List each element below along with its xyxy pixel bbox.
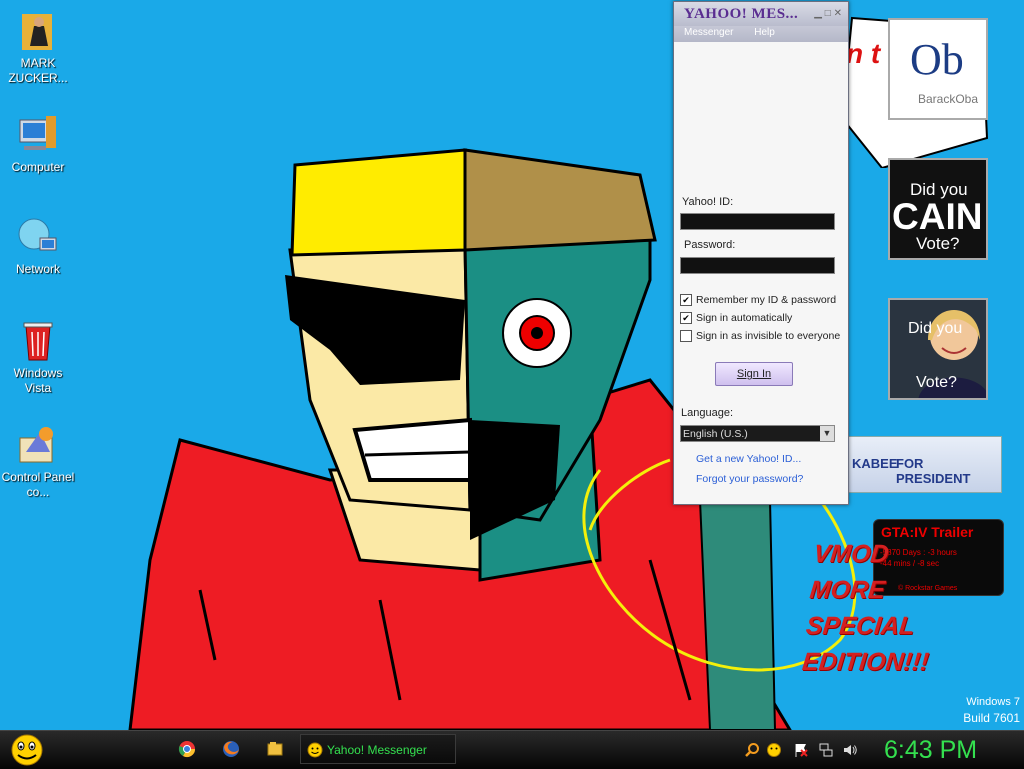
obama-gadget[interactable]: Ob BarackOba	[888, 18, 988, 120]
vmod-line: EDITION!!!	[800, 648, 931, 676]
control-panel-icon	[19, 427, 53, 463]
language-value: English (U.S.)	[683, 428, 748, 440]
volume-icon[interactable]	[842, 742, 858, 758]
cain-gadget[interactable]: Did you CAIN Vote?	[888, 158, 988, 260]
huckabee-tagline: FOR PRESIDENT	[896, 456, 971, 486]
forgot-password-link[interactable]: Forgot your password?	[696, 473, 803, 485]
search-icon[interactable]	[744, 742, 760, 758]
huckabee-gadget[interactable]: KABEE FOR PRESIDENT	[845, 436, 1002, 493]
remember-label: Remember my ID & password	[696, 294, 837, 306]
windows-build-watermark: Windows 7 Build 7601	[940, 694, 1020, 726]
folder-person-icon	[22, 14, 52, 50]
desktop-icon-windows-vista[interactable]: Windows Vista	[0, 318, 76, 396]
desktop-icon-control-panel[interactable]: Control Panel co...	[0, 422, 76, 500]
yahoo-messenger-window[interactable]: YAHOO! MES... ▁ □ ✕ Messenger Help Yahoo…	[673, 1, 849, 505]
desktop-icon-label: Network	[15, 262, 60, 276]
checkbox-box[interactable]: ✔	[680, 294, 692, 306]
remember-checkbox[interactable]: ✔ Remember my ID & password	[680, 294, 836, 306]
yahoo-messenger-icon	[307, 742, 323, 758]
taskbar: Yahoo! Messenger 6:43 PM	[0, 730, 1024, 769]
sign-in-button[interactable]: Sign In	[715, 362, 793, 386]
speech-bubble-text: n t	[846, 38, 881, 69]
recycle-bin-icon	[23, 322, 53, 361]
window-title: YAHOO! MES...	[684, 6, 799, 22]
vmod-edition-text: VMOD MORE SPECIAL EDITION!!!	[800, 536, 942, 680]
checkbox-box[interactable]	[680, 330, 692, 342]
desktop-icon-label: MARK ZUCKER...	[8, 56, 68, 85]
invisible-label: Sign in as invisible to everyone	[696, 330, 841, 342]
minimize-icon[interactable]: ▁	[814, 8, 822, 19]
close-icon[interactable]: ✕	[834, 8, 842, 19]
desktop-icon-label: Control Panel co...	[1, 470, 75, 499]
auto-signin-checkbox[interactable]: ✔ Sign in automatically	[680, 312, 792, 324]
cain-big: CAIN	[892, 196, 983, 237]
computer-icon	[19, 116, 56, 150]
window-controls: ▁ □ ✕	[814, 8, 842, 19]
desktop-icon-label: Windows Vista	[13, 366, 63, 395]
vmod-line: SPECIAL	[804, 612, 916, 640]
huckabee-name: KABEE	[852, 456, 898, 471]
desktop-icon-computer[interactable]: Computer	[0, 112, 76, 175]
window-titlebar[interactable]: YAHOO! MES... ▁ □ ✕	[674, 2, 848, 26]
language-label: Language:	[681, 407, 733, 419]
hillary-gadget[interactable]: Did you Vote?	[888, 298, 988, 400]
vmod-line: VMOD	[812, 540, 891, 568]
firefox-icon[interactable]	[222, 740, 240, 758]
obama-sub-text: BarackOba	[918, 92, 979, 106]
menu-help[interactable]: Help	[754, 27, 775, 38]
hillary-line2: Vote?	[916, 374, 957, 391]
taskbar-clock[interactable]: 6:43 PM	[884, 734, 977, 766]
chevron-down-icon[interactable]: ▼	[820, 426, 834, 441]
desktop-icon-network[interactable]: Network	[0, 214, 76, 277]
desktop-icon-mark-zuckerberg[interactable]: MARK ZUCKER...	[0, 8, 76, 86]
menu-messenger[interactable]: Messenger	[684, 27, 733, 38]
get-new-id-link[interactable]: Get a new Yahoo! ID...	[696, 453, 801, 465]
watermark-line2: Build 7601	[963, 711, 1020, 725]
password-label: Password:	[684, 239, 736, 251]
signin-panel: Yahoo! ID: Password: ✔ Remember my ID & …	[674, 42, 848, 504]
yahoo-tray-icon[interactable]	[766, 742, 782, 758]
obama-logo-text: Ob	[910, 35, 964, 84]
desktop-icon-label: Computer	[11, 160, 65, 174]
start-button[interactable]	[7, 733, 47, 767]
folder-icon[interactable]	[266, 740, 284, 758]
invisible-checkbox[interactable]: Sign in as invisible to everyone	[680, 330, 840, 342]
yahoo-id-label: Yahoo! ID:	[682, 196, 734, 208]
auto-signin-label: Sign in automatically	[696, 312, 793, 324]
taskbar-item-label: Yahoo! Messenger	[327, 743, 427, 757]
network-icon	[18, 218, 57, 251]
hillary-line1: Did you	[908, 320, 963, 337]
action-center-flag-icon[interactable]	[793, 742, 809, 758]
maximize-icon[interactable]: □	[825, 8, 831, 19]
language-select[interactable]: English (U.S.) ▼	[680, 425, 835, 442]
checkbox-box[interactable]: ✔	[680, 312, 692, 324]
yahoo-id-input[interactable]	[680, 213, 835, 230]
vmod-line: MORE	[808, 576, 887, 604]
menu-bar: Messenger Help	[674, 26, 848, 42]
watermark-line1: Windows 7	[966, 696, 1020, 708]
password-input[interactable]	[680, 257, 835, 274]
chrome-icon[interactable]	[178, 740, 196, 758]
taskbar-yahoo-messenger[interactable]: Yahoo! Messenger	[300, 734, 456, 764]
network-tray-icon[interactable]	[818, 742, 834, 758]
cain-line3: Vote?	[916, 234, 960, 253]
